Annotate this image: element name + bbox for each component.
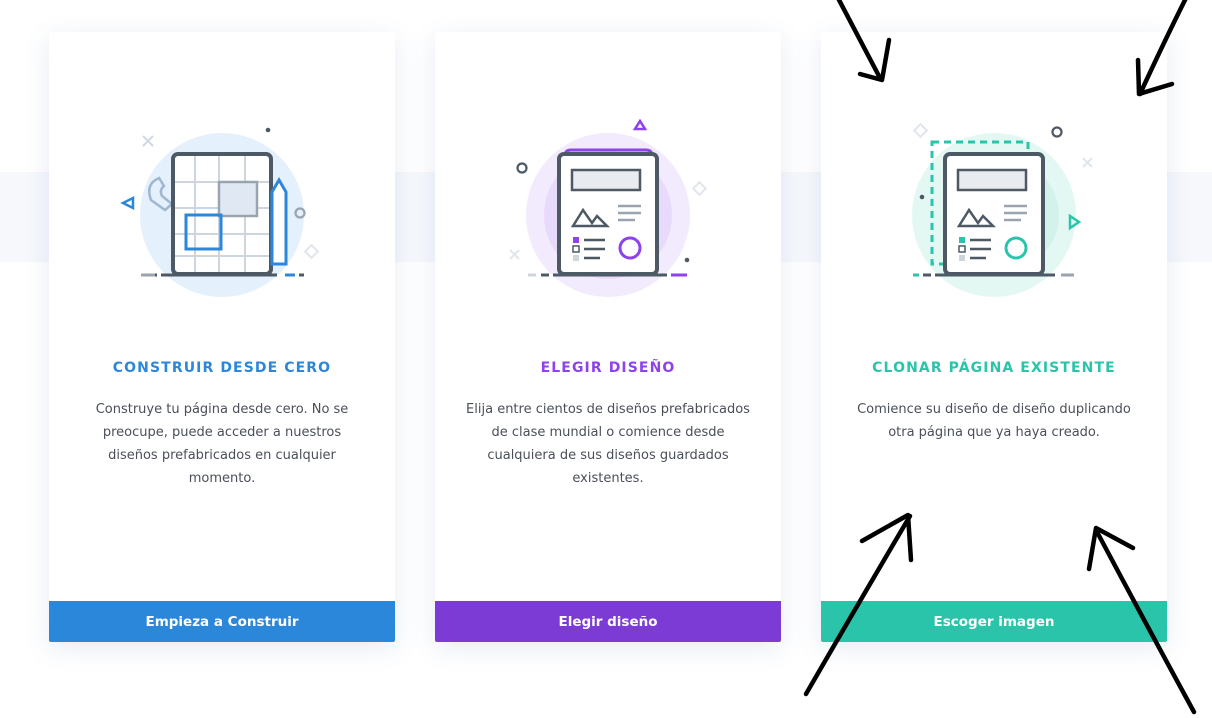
card-description: Elija entre cientos de diseños prefabric…: [466, 402, 750, 486]
clone-page-icon: [912, 122, 1093, 297]
card-title: CLONAR PÁGINA EXISTENTE: [872, 360, 1116, 376]
build-from-scratch-card[interactable]: CONSTRUIR DESDE CERO Construye tu página…: [49, 32, 395, 642]
choose-image-button[interactable]: Escoger imagen: [821, 601, 1167, 642]
clone-existing-page-card[interactable]: CLONAR PÁGINA EXISTENTE Comience su dise…: [821, 32, 1167, 642]
card-title: CONSTRUIR DESDE CERO: [112, 360, 332, 376]
card-description: Construye tu página desde cero. No se pr…: [95, 402, 349, 486]
layout-pack-icon: [509, 118, 708, 297]
choose-layout-card[interactable]: ELEGIR DISEÑO Elija entre cientos de dis…: [435, 32, 781, 642]
start-building-button[interactable]: Empieza a Construir: [49, 601, 395, 642]
blueprint-wireframe-icon: [120, 127, 320, 297]
choose-layout-button[interactable]: Elegir diseño: [435, 601, 781, 642]
card-title: ELEGIR DISEÑO: [540, 360, 676, 376]
card-description: Comience su diseño de diseño duplicando …: [857, 402, 1131, 440]
